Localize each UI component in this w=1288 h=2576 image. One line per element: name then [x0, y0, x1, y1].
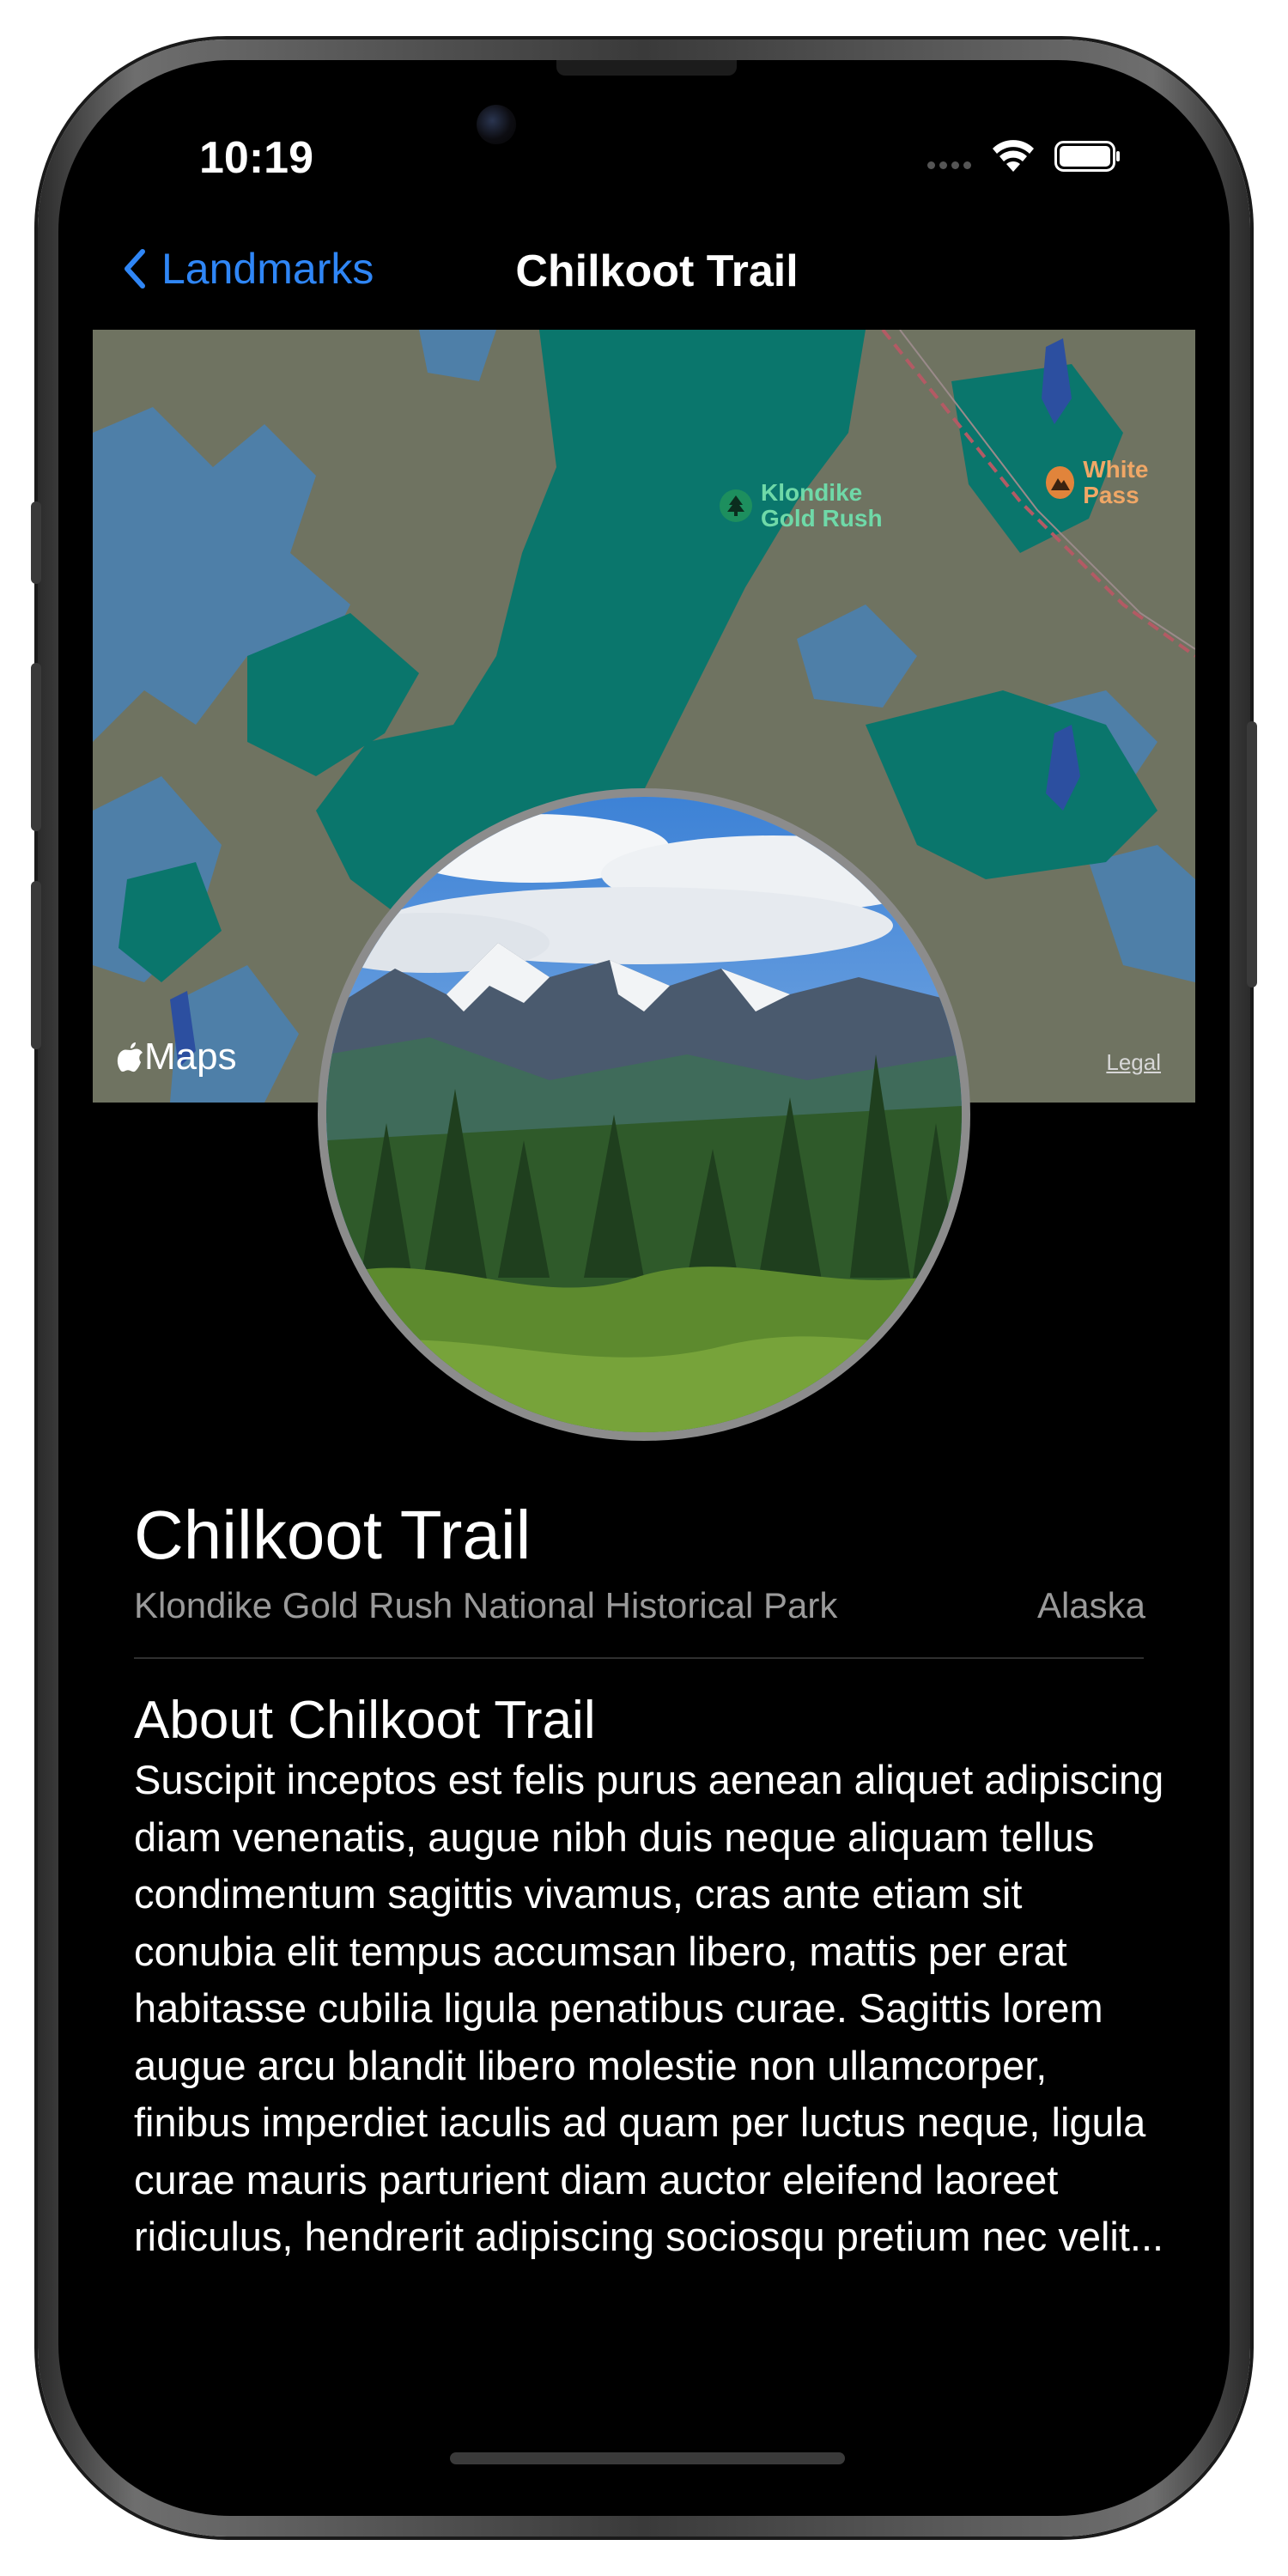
legal-link[interactable]: Legal — [1106, 1049, 1161, 1076]
maps-attribution: Maps — [117, 1036, 237, 1078]
landmark-state: Alaska — [1036, 1585, 1145, 1625]
front-camera — [477, 105, 516, 144]
poi-klondike-gold-rush[interactable]: Klondike Gold Rush — [720, 480, 883, 532]
silent-switch — [31, 501, 41, 584]
apple-logo-icon — [117, 1042, 143, 1072]
battery-icon — [1054, 141, 1120, 172]
landmark-photo-art — [326, 797, 962, 1432]
tree-icon — [720, 489, 752, 522]
home-indicator[interactable] — [450, 2452, 845, 2464]
mountain-icon — [1046, 466, 1075, 499]
cellular-signal-icon — [927, 161, 971, 169]
about-description: Suscipit inceptos est felis purus aenean… — [134, 1757, 1164, 2259]
landmark-title: Chilkoot Trail — [134, 1497, 532, 1573]
landmark-park: Klondike Gold Rush National Historical P… — [134, 1585, 838, 1625]
divider — [134, 1657, 1144, 1659]
poi-white-pass-label: White Pass — [1083, 456, 1149, 508]
screen: 10:19 Landmarks Chilkoot Trail Klondike … — [58, 60, 1230, 2516]
maps-label: Maps — [144, 1036, 237, 1078]
landmark-image — [318, 788, 970, 1441]
power-button — [1247, 721, 1257, 987]
poi-klondike-line2: Gold Rush — [761, 505, 883, 532]
status-time: 10:19 — [199, 133, 313, 183]
speaker-grille — [556, 60, 737, 76]
wifi-icon — [993, 140, 1034, 172]
about-heading: About Chilkoot Trail — [134, 1691, 596, 1750]
nav-title: Chilkoot Trail — [515, 246, 799, 296]
poi-klondike-line1: Klondike — [761, 479, 863, 506]
volume-down-button — [31, 881, 41, 1049]
volume-up-button — [31, 663, 41, 831]
poi-white-pass[interactable]: White Pass — [1046, 457, 1195, 508]
